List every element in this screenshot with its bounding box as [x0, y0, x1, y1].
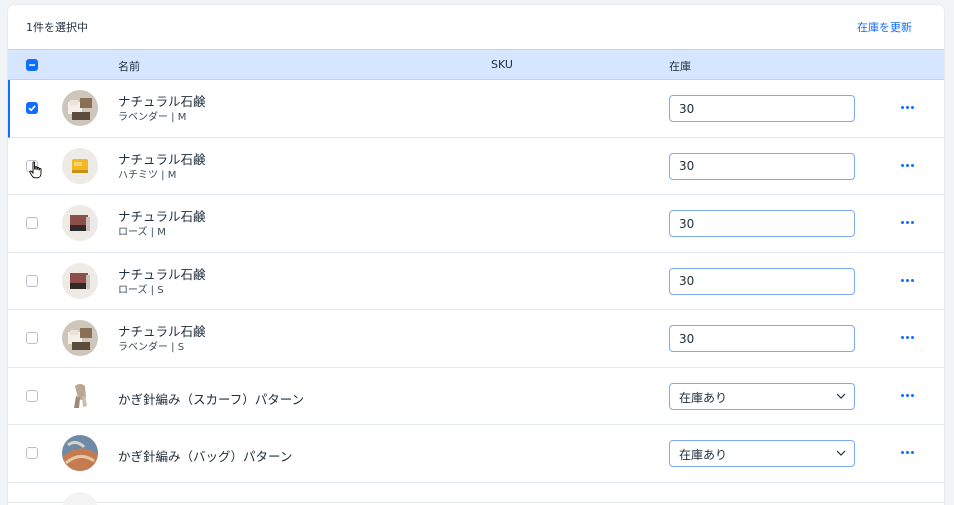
checkmark-icon — [26, 102, 38, 114]
product-name: かぎ針編み（スカーフ）パターン — [118, 389, 304, 408]
product-variant: ラベンダー | M — [118, 108, 186, 123]
table-row[interactable]: かぎ針編み（バッグ）パターン 在庫あり — [8, 425, 944, 483]
more-actions-icon[interactable] — [901, 275, 915, 285]
row-checkbox[interactable] — [26, 275, 38, 287]
row-checkbox[interactable] — [26, 447, 38, 459]
table-row[interactable]: ナチュラル石鹸 ラベンダー | M — [8, 80, 944, 138]
product-thumbnail — [62, 435, 98, 471]
soap-lavender-image — [62, 320, 98, 356]
product-name: かぎ針編み（バッグ）パターン — [118, 446, 292, 465]
inventory-card: 1件を選択中 在庫を更新 名前 SKU 在庫 ナチュ — [8, 5, 944, 505]
more-actions-icon[interactable] — [901, 102, 915, 112]
chevron-down-icon — [836, 392, 846, 400]
product-thumbnail — [62, 378, 98, 414]
product-thumbnail — [62, 90, 98, 126]
table-row[interactable]: ナチュラル石鹸 ローズ | S — [8, 253, 944, 311]
minus-icon — [26, 59, 38, 71]
soap-lavender-image — [62, 90, 98, 126]
more-actions-icon[interactable] — [901, 390, 915, 400]
more-actions-icon[interactable] — [901, 217, 915, 227]
row-checkbox[interactable] — [26, 102, 38, 114]
product-thumbnail — [62, 320, 98, 356]
bag-image — [62, 435, 98, 471]
more-actions-icon[interactable] — [901, 332, 915, 342]
more-actions-icon[interactable] — [901, 160, 915, 170]
row-checkbox[interactable] — [26, 217, 38, 229]
product-variant: ローズ | M — [118, 223, 166, 238]
product-thumbnail — [62, 492, 98, 505]
table-row[interactable]: かぎ針編み（スカーフ）パターン 在庫あり — [8, 368, 944, 426]
table-row[interactable]: ナチュラル石鹸 ラベンダー | S — [8, 310, 944, 368]
stock-quantity-input[interactable] — [669, 153, 855, 180]
column-header-stock[interactable]: 在庫 — [669, 58, 691, 74]
stock-quantity-input[interactable] — [669, 210, 855, 237]
stock-status-dropdown[interactable]: 在庫あり — [669, 440, 855, 467]
table-row[interactable] — [8, 483, 944, 503]
column-header-name[interactable]: 名前 — [118, 58, 140, 74]
table-row[interactable]: ナチュラル石鹸 ローズ | M — [8, 195, 944, 253]
product-variant: ハチミツ | M — [118, 166, 176, 181]
row-checkbox[interactable] — [26, 390, 38, 402]
table-header: 名前 SKU 在庫 — [8, 49, 944, 80]
soap-rose-image — [62, 205, 98, 241]
soap-rose-image — [62, 263, 98, 299]
product-variant: ラベンダー | S — [118, 338, 184, 353]
stock-quantity-input[interactable] — [669, 325, 855, 352]
stock-quantity-input[interactable] — [669, 268, 855, 295]
product-variant: ローズ | S — [118, 281, 164, 296]
more-actions-icon[interactable] — [901, 447, 915, 457]
stock-quantity-input[interactable] — [669, 95, 855, 122]
table-row[interactable]: ナチュラル石鹸 ハチミツ | M — [8, 138, 944, 196]
product-thumbnail — [62, 263, 98, 299]
stock-status-value: 在庫あり — [679, 448, 727, 462]
bulk-action-bar: 1件を選択中 在庫を更新 — [8, 5, 944, 49]
chevron-down-icon — [836, 449, 846, 457]
stock-status-value: 在庫あり — [679, 391, 727, 405]
stock-status-dropdown[interactable]: 在庫あり — [669, 383, 855, 410]
selected-count: 1件を選択中 — [26, 19, 88, 35]
select-all-checkbox[interactable] — [26, 59, 38, 71]
product-list: ナチュラル石鹸 ラベンダー | M ナチュラル石鹸 ハチミツ | M — [8, 80, 944, 503]
product-thumbnail — [62, 205, 98, 241]
hand-cursor-icon — [29, 161, 43, 179]
column-header-sku[interactable]: SKU — [491, 58, 513, 71]
update-stock-button[interactable]: 在庫を更新 — [857, 19, 912, 35]
soap-honey-image — [62, 148, 98, 184]
scarf-image — [62, 378, 98, 414]
row-checkbox[interactable] — [26, 332, 38, 344]
product-thumbnail — [62, 148, 98, 184]
